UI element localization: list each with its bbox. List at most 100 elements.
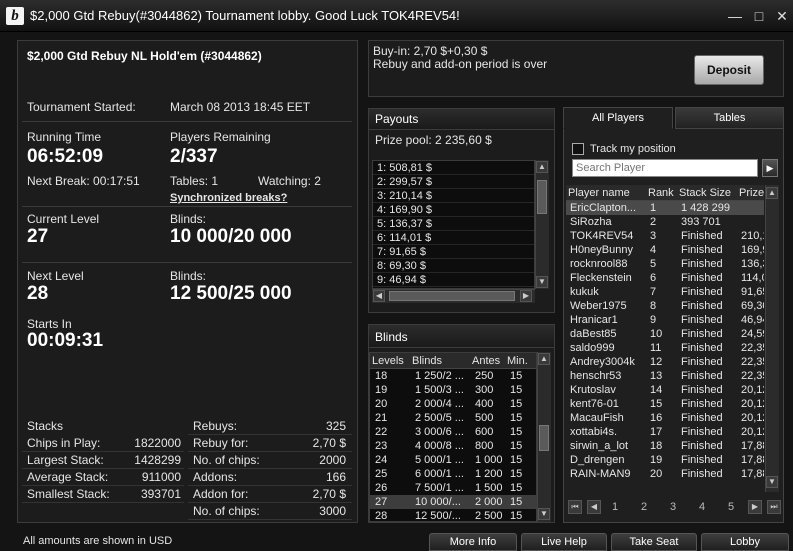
hscroll-thumb[interactable] (389, 291, 515, 301)
blinds-cell: 300 (475, 384, 494, 396)
column-header[interactable]: Blinds (412, 353, 442, 369)
player-cell: daBest85 (570, 328, 617, 340)
rebuy-status: Rebuy and add-on period is over (373, 57, 548, 71)
player-row[interactable]: kukuk 7 Finished 91,65 $ (566, 285, 764, 299)
take-seat-button[interactable]: Take Seat (611, 533, 697, 551)
more-info-button[interactable]: More Info (429, 533, 517, 551)
deposit-button[interactable]: Deposit (694, 55, 764, 85)
blinds-table[interactable]: Levels Blinds Antes Min. 18 1 250/2 ... 250 15 1… (369, 352, 537, 522)
player-cell: Finished (681, 272, 723, 284)
next-page-icon[interactable]: ▶ (748, 500, 762, 514)
player-row[interactable]: rocknrool88 5 Finished 136,3... (566, 257, 764, 271)
scroll-down-icon[interactable]: ▼ (536, 276, 548, 288)
player-cell: 22,35 $ (741, 370, 764, 382)
player-cell: 20 (650, 468, 663, 480)
blinds-cell: 2 000 (475, 496, 503, 508)
scroll-down-icon[interactable]: ▼ (766, 476, 778, 488)
tab-tables[interactable]: Tables (675, 107, 784, 129)
blinds-cell: 15 (510, 440, 523, 452)
player-row[interactable]: Weber1975 8 Finished 69,30 $ (566, 299, 764, 313)
players-table[interactable]: Player name Rank Stack Size Prize EricClapto… (566, 185, 764, 492)
last-page-icon[interactable]: ⏭ (767, 500, 781, 514)
prev-page-icon[interactable]: ◀ (587, 500, 601, 514)
player-row[interactable]: D_drengen 19 Finished 17,88 $ (566, 453, 764, 467)
players-remaining-value: 2/337 (170, 146, 218, 167)
page-number[interactable]: 5 (728, 501, 734, 513)
scroll-left-icon[interactable]: ◀ (373, 290, 385, 302)
player-cell: 17,88 $ (741, 440, 764, 452)
blinds-cell: 6 000/1 ... (415, 468, 464, 480)
scroll-thumb[interactable] (537, 180, 547, 214)
column-header[interactable]: Player name (568, 185, 630, 201)
blinds-row: 20 2 000/4 ... 400 15 (370, 397, 536, 411)
player-row[interactable]: Krutoslav 14 Finished 20,12 $ (566, 383, 764, 397)
minimize-icon[interactable]: — (728, 9, 742, 23)
page-number[interactable]: 4 (699, 501, 705, 513)
scroll-up-icon[interactable]: ▲ (538, 353, 550, 365)
player-cell: SiRozha (570, 216, 612, 228)
scroll-up-icon[interactable]: ▲ (536, 161, 548, 173)
player-row[interactable]: sirwin_a_lot 18 Finished 17,88 $ (566, 439, 764, 453)
blinds-cell: 400 (475, 398, 494, 410)
player-cell: 169,9... (741, 244, 764, 256)
running-time-value: 06:52:09 (27, 146, 104, 167)
player-cell: 17 (650, 426, 663, 438)
player-row[interactable]: SiRozha 2 393 701 (566, 215, 764, 229)
stacks-header: Stacks (27, 419, 64, 433)
blinds-row: 27 10 000/... 2 000 15 (370, 495, 536, 509)
player-row[interactable]: Hranicar1 9 Finished 46,94 $ (566, 313, 764, 327)
tab-all-players[interactable]: All Players (563, 107, 673, 129)
stat-row: Smallest Stack: 393701 (22, 486, 184, 503)
lobby-button[interactable]: Lobby (701, 533, 789, 551)
page-number[interactable]: 1 (612, 501, 618, 513)
column-header[interactable]: Prize (739, 185, 764, 201)
player-row[interactable]: saldo999 11 Finished 22,35 $ (566, 341, 764, 355)
scroll-right-icon[interactable]: ▶ (520, 290, 532, 302)
starts-in-value: 00:09:31 (27, 330, 104, 351)
scroll-up-icon[interactable]: ▲ (766, 187, 778, 199)
player-row[interactable]: H0neyBunny 4 Finished 169,9... (566, 243, 764, 257)
search-player-input[interactable] (572, 159, 758, 177)
page-number[interactable]: 2 (641, 501, 647, 513)
player-cell: 13 (650, 370, 663, 382)
payouts-list[interactable]: 1: 508,81 $2: 299,57 $3: 210,14 $4: 169,… (372, 160, 535, 289)
close-icon[interactable]: ✕ (775, 9, 789, 23)
maximize-icon[interactable]: □ (752, 9, 766, 23)
player-row[interactable]: Fleckenstein 6 Finished 114,0... (566, 271, 764, 285)
track-position-checkbox[interactable] (572, 143, 584, 155)
player-row[interactable]: RAIN-MAN9 20 Finished 17,88 $ (566, 467, 764, 481)
player-row[interactable]: xottabi4s. 17 Finished 20,12 $ (566, 425, 764, 439)
page-number[interactable]: 3 (670, 501, 676, 513)
column-header[interactable]: Rank (648, 185, 674, 201)
player-cell: 3 (650, 230, 657, 242)
player-row[interactable]: daBest85 10 Finished 24,59 $ (566, 327, 764, 341)
scroll-thumb[interactable] (539, 425, 549, 451)
stat-label: No. of chips: (193, 504, 260, 518)
player-row[interactable]: EricClapton... 1 1 428 299 (566, 201, 764, 215)
search-go-button[interactable]: ▶ (762, 159, 778, 177)
blinds-cell: 28 (375, 510, 388, 522)
stat-row: Largest Stack: 1428299 (22, 452, 184, 469)
synchronized-breaks-link[interactable]: Synchronized breaks? (170, 192, 287, 204)
first-page-icon[interactable]: ⏮ (568, 500, 582, 514)
column-header[interactable]: Stack Size (679, 185, 731, 201)
player-row[interactable]: Andrey3004k 12 Finished 22,35 $ (566, 355, 764, 369)
player-cell: 2 (650, 216, 657, 228)
currency-note: All amounts are shown in USD (23, 535, 173, 547)
player-row[interactable]: MacauFish 16 Finished 20,12 $ (566, 411, 764, 425)
column-header[interactable]: Min. (507, 353, 528, 369)
player-cell: 10 (650, 328, 663, 340)
players-scrollbar[interactable] (765, 185, 779, 492)
player-row[interactable]: henschr53 13 Finished 22,35 $ (566, 369, 764, 383)
live-help-button[interactable]: Live Help (521, 533, 607, 551)
column-header[interactable]: Antes (472, 353, 500, 369)
player-cell: Finished (681, 384, 723, 396)
column-header[interactable]: Levels (372, 353, 404, 369)
scroll-down-icon[interactable]: ▼ (538, 508, 550, 520)
player-row[interactable]: kent76-01 15 Finished 20,12 $ (566, 397, 764, 411)
stat-label: Average Stack: (27, 470, 109, 484)
player-row[interactable]: TOK4REV54 3 Finished 210,1... (566, 229, 764, 243)
stat-value: 911000 (141, 470, 181, 484)
player-cell: Finished (681, 440, 723, 452)
player-cell: Finished (681, 398, 723, 410)
